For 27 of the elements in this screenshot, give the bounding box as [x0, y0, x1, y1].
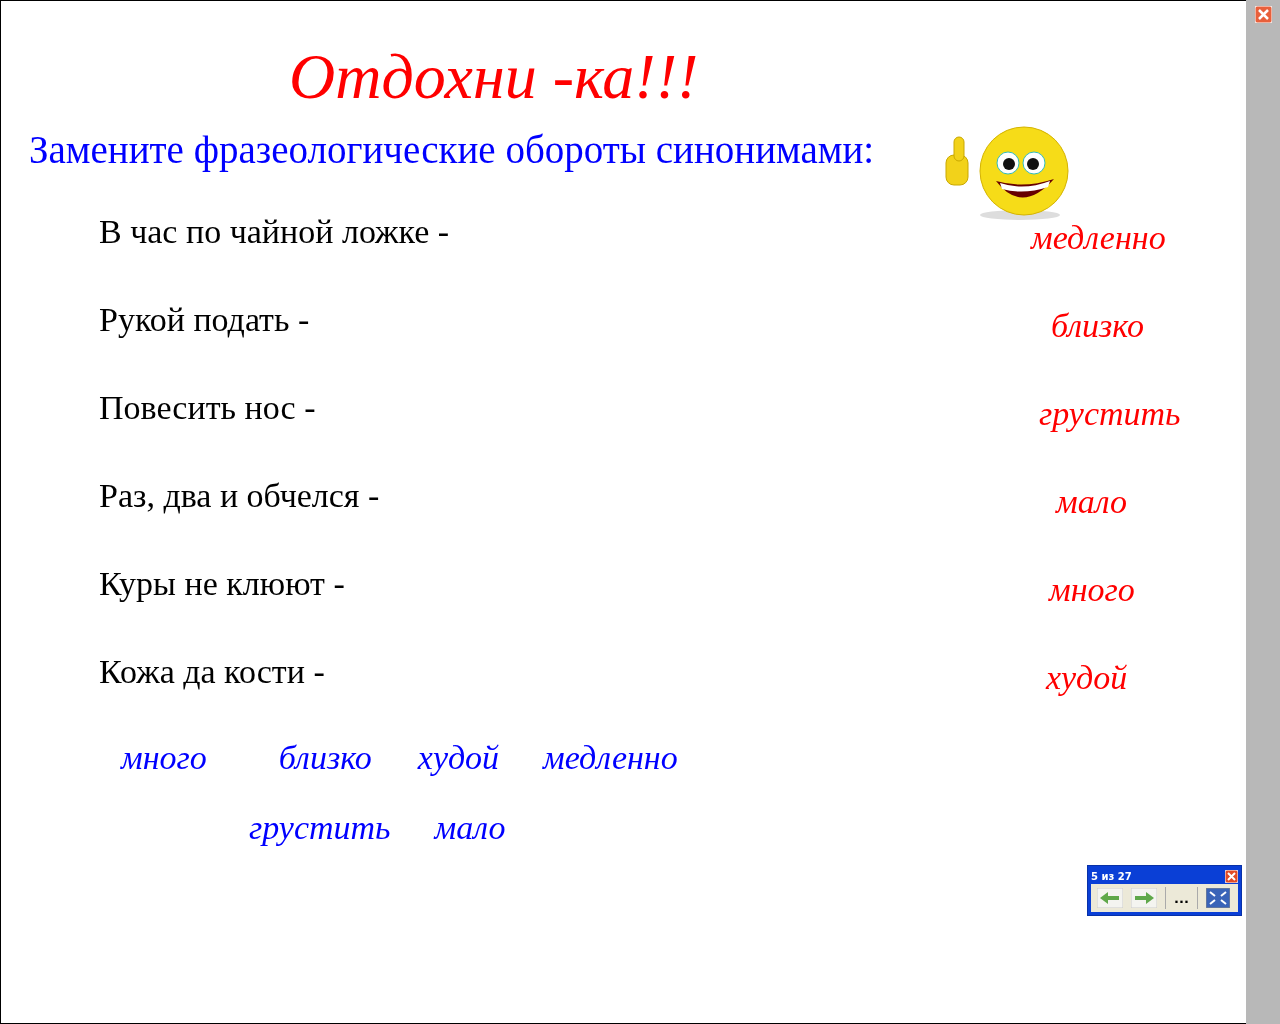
menu-button[interactable]: ... — [1174, 890, 1189, 906]
word-option: много — [121, 739, 207, 777]
answer-text: мало — [1056, 483, 1127, 520]
arrow-right-icon[interactable] — [1131, 888, 1157, 908]
idiom-text: Рукой подать - — [98, 301, 311, 339]
arrow-left-icon[interactable] — [1097, 888, 1123, 908]
slide-title: Отдохни -ка!!! — [288, 40, 700, 114]
answer-text: близко — [1051, 307, 1144, 344]
answer-text: грустить — [1039, 395, 1181, 432]
idiom-text: Раз, два и обчелся - — [98, 477, 381, 515]
idiom-text: Куры не клюют - — [98, 565, 346, 603]
idiom-text: Повесить нос - — [98, 389, 317, 427]
answer-text: худой — [1046, 659, 1128, 696]
instruction-text: Замените фразеологические обороты синонимами: — [29, 127, 875, 172]
word-option: худой — [417, 739, 500, 777]
word-option: близко — [278, 739, 372, 777]
close-icon[interactable] — [1225, 869, 1238, 883]
close-icon[interactable] — [1254, 6, 1272, 23]
slide-counter: 5 из 27 — [1091, 870, 1132, 882]
fullscreen-icon[interactable] — [1205, 888, 1230, 908]
answer-text: много — [1049, 571, 1135, 608]
word-option: грустить — [249, 809, 391, 847]
idiom-text: Кожа да кости - — [98, 653, 326, 691]
word-option: медленно — [543, 739, 678, 777]
answer-text: медленно — [1031, 219, 1166, 256]
word-option: мало — [434, 809, 506, 847]
idiom-text: В час по чайной ложке - — [98, 213, 451, 251]
